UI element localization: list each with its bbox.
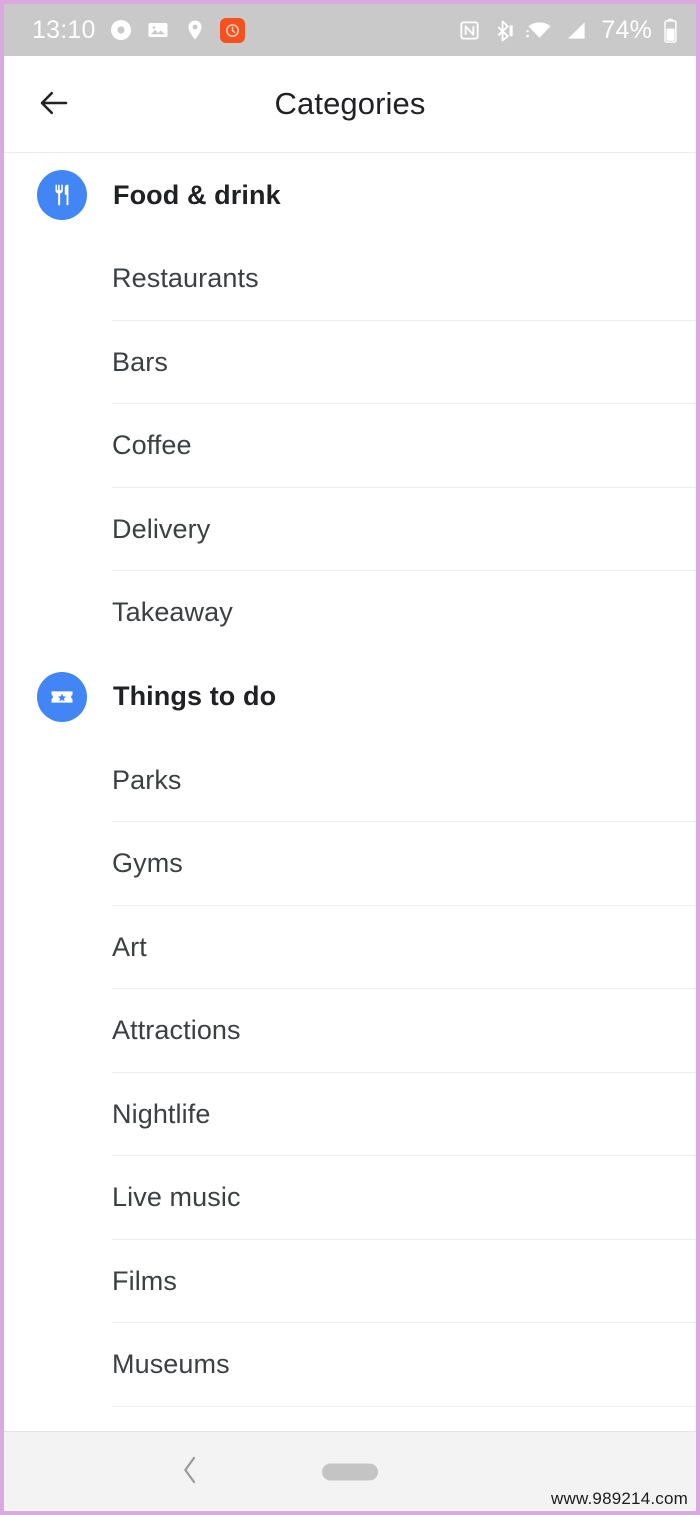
- category-row-art[interactable]: Art: [4, 905, 696, 989]
- category-row-gyms[interactable]: Gyms: [4, 822, 696, 906]
- orange-app-notification-icon: [219, 17, 245, 43]
- category-row-takeaway[interactable]: Takeaway: [4, 571, 696, 655]
- bluetooth-icon: [492, 19, 515, 42]
- category-label: Bars: [112, 346, 168, 377]
- watermark-text: www.989214.com: [551, 1489, 688, 1508]
- record-circle-icon: [109, 18, 133, 42]
- back-button[interactable]: [30, 80, 78, 128]
- section-header-things-to-do: Things to do: [4, 655, 696, 739]
- category-row-coffee[interactable]: Coffee: [4, 404, 696, 488]
- location-pin-icon: [183, 18, 207, 42]
- category-label: Takeaway: [112, 597, 233, 628]
- section-label: Things to do: [113, 681, 277, 711]
- battery-icon: [663, 18, 678, 43]
- category-label: Gyms: [112, 848, 183, 879]
- nav-back-button[interactable]: [164, 1446, 216, 1498]
- category-row-museums[interactable]: Museums: [4, 1323, 696, 1407]
- phone-screen: 13:10 74% Categories Food & drink Restau…: [0, 0, 700, 1515]
- category-label: Restaurants: [112, 263, 259, 294]
- section-label: Food & drink: [113, 179, 281, 210]
- category-label: Delivery: [112, 513, 211, 544]
- category-row-delivery[interactable]: Delivery: [4, 487, 696, 571]
- category-label: Attractions: [112, 1015, 241, 1046]
- fork-knife-icon: [37, 170, 87, 220]
- category-row-attractions[interactable]: Attractions: [4, 989, 696, 1073]
- category-label: Parks: [112, 764, 182, 795]
- category-label: Art: [112, 931, 147, 962]
- category-label: Nightlife: [112, 1098, 211, 1129]
- category-label: Live music: [112, 1182, 241, 1213]
- category-label: Films: [112, 1265, 177, 1296]
- cellular-signal-icon: [564, 19, 588, 42]
- categories-list: Food & drink Restaurants Bars Coffee Del…: [4, 153, 696, 1431]
- section-header-food-and-drink: Food & drink: [4, 153, 696, 237]
- category-row-live-music[interactable]: Live music: [4, 1156, 696, 1240]
- status-bar-right-group: 74%: [458, 16, 678, 45]
- category-row-nightlife[interactable]: Nightlife: [4, 1072, 696, 1156]
- chevron-left-icon: [177, 1454, 203, 1489]
- home-pill-indicator[interactable]: [322, 1463, 378, 1480]
- category-row-restaurants[interactable]: Restaurants: [4, 237, 696, 321]
- status-bar-left-group: 13:10: [32, 16, 245, 45]
- status-clock: 13:10: [32, 15, 96, 44]
- status-bar: 13:10 74%: [4, 4, 696, 56]
- wifi-icon: [526, 19, 553, 42]
- category-label: Coffee: [112, 430, 192, 461]
- app-bar: Categories: [4, 56, 696, 153]
- nfc-icon: [458, 19, 481, 42]
- ticket-star-icon: [37, 671, 87, 722]
- category-label: Museums: [112, 1349, 230, 1380]
- category-row-films[interactable]: Films: [4, 1239, 696, 1323]
- arrow-left-icon: [36, 85, 72, 124]
- category-row-parks[interactable]: Parks: [4, 738, 696, 822]
- page-title: Categories: [274, 86, 426, 121]
- photo-image-icon: [146, 18, 170, 42]
- battery-percent-label: 74%: [601, 15, 652, 44]
- category-row-bars[interactable]: Bars: [4, 320, 696, 404]
- system-navigation-bar: www.989214.com: [4, 1431, 696, 1511]
